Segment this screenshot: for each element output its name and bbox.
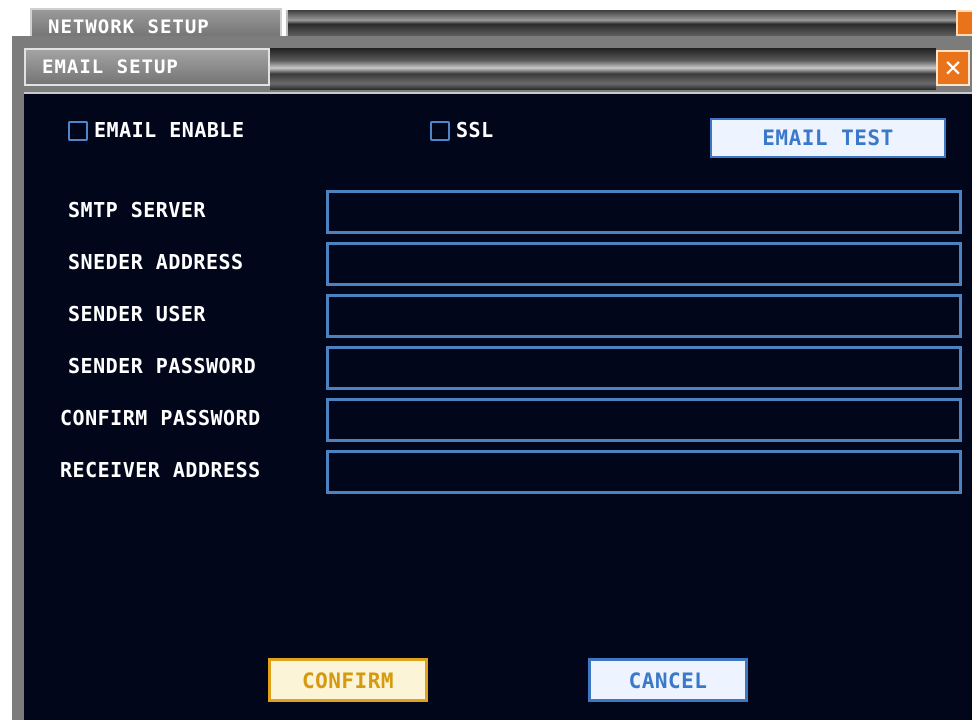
network-setup-title-bar (286, 10, 960, 36)
cancel-button[interactable]: CANCEL (588, 658, 748, 702)
receiver-address-input[interactable] (326, 450, 962, 494)
email-settings-panel: EMAIL ENABLE SSL EMAIL TEST SMTP SERVER … (24, 92, 972, 720)
smtp-server-input[interactable] (326, 190, 962, 234)
email-enable-checkbox[interactable] (68, 121, 88, 141)
close-icon: ✕ (944, 50, 962, 83)
network-setup-close-button[interactable] (956, 10, 972, 36)
close-button[interactable]: ✕ (936, 50, 970, 86)
smtp-server-label: SMTP SERVER (68, 198, 206, 222)
sender-address-input[interactable] (326, 242, 962, 286)
email-test-button[interactable]: EMAIL TEST (710, 118, 946, 158)
sender-address-label: SNEDER ADDRESS (68, 250, 244, 274)
ssl-checkbox[interactable] (430, 121, 450, 141)
ssl-label: SSL (456, 118, 494, 142)
sender-user-input[interactable] (326, 294, 962, 338)
sender-password-label: SENDER PASSWORD (68, 354, 257, 378)
confirm-password-input[interactable] (326, 398, 962, 442)
email-setup-window: EMAIL SETUP ✕ EMAIL ENABLE SSL EMAIL TES… (12, 36, 972, 720)
confirm-button[interactable]: CONFIRM (268, 658, 428, 702)
confirm-password-label: CONFIRM PASSWORD (60, 406, 261, 430)
email-enable-label: EMAIL ENABLE (94, 118, 245, 142)
title-bar[interactable] (270, 48, 936, 90)
sender-user-label: SENDER USER (68, 302, 206, 326)
receiver-address-label: RECEIVER ADDRESS (60, 458, 261, 482)
window-title: EMAIL SETUP (24, 48, 270, 86)
network-setup-window: NETWORK SETUP (12, 0, 972, 42)
sender-password-input[interactable] (326, 346, 962, 390)
